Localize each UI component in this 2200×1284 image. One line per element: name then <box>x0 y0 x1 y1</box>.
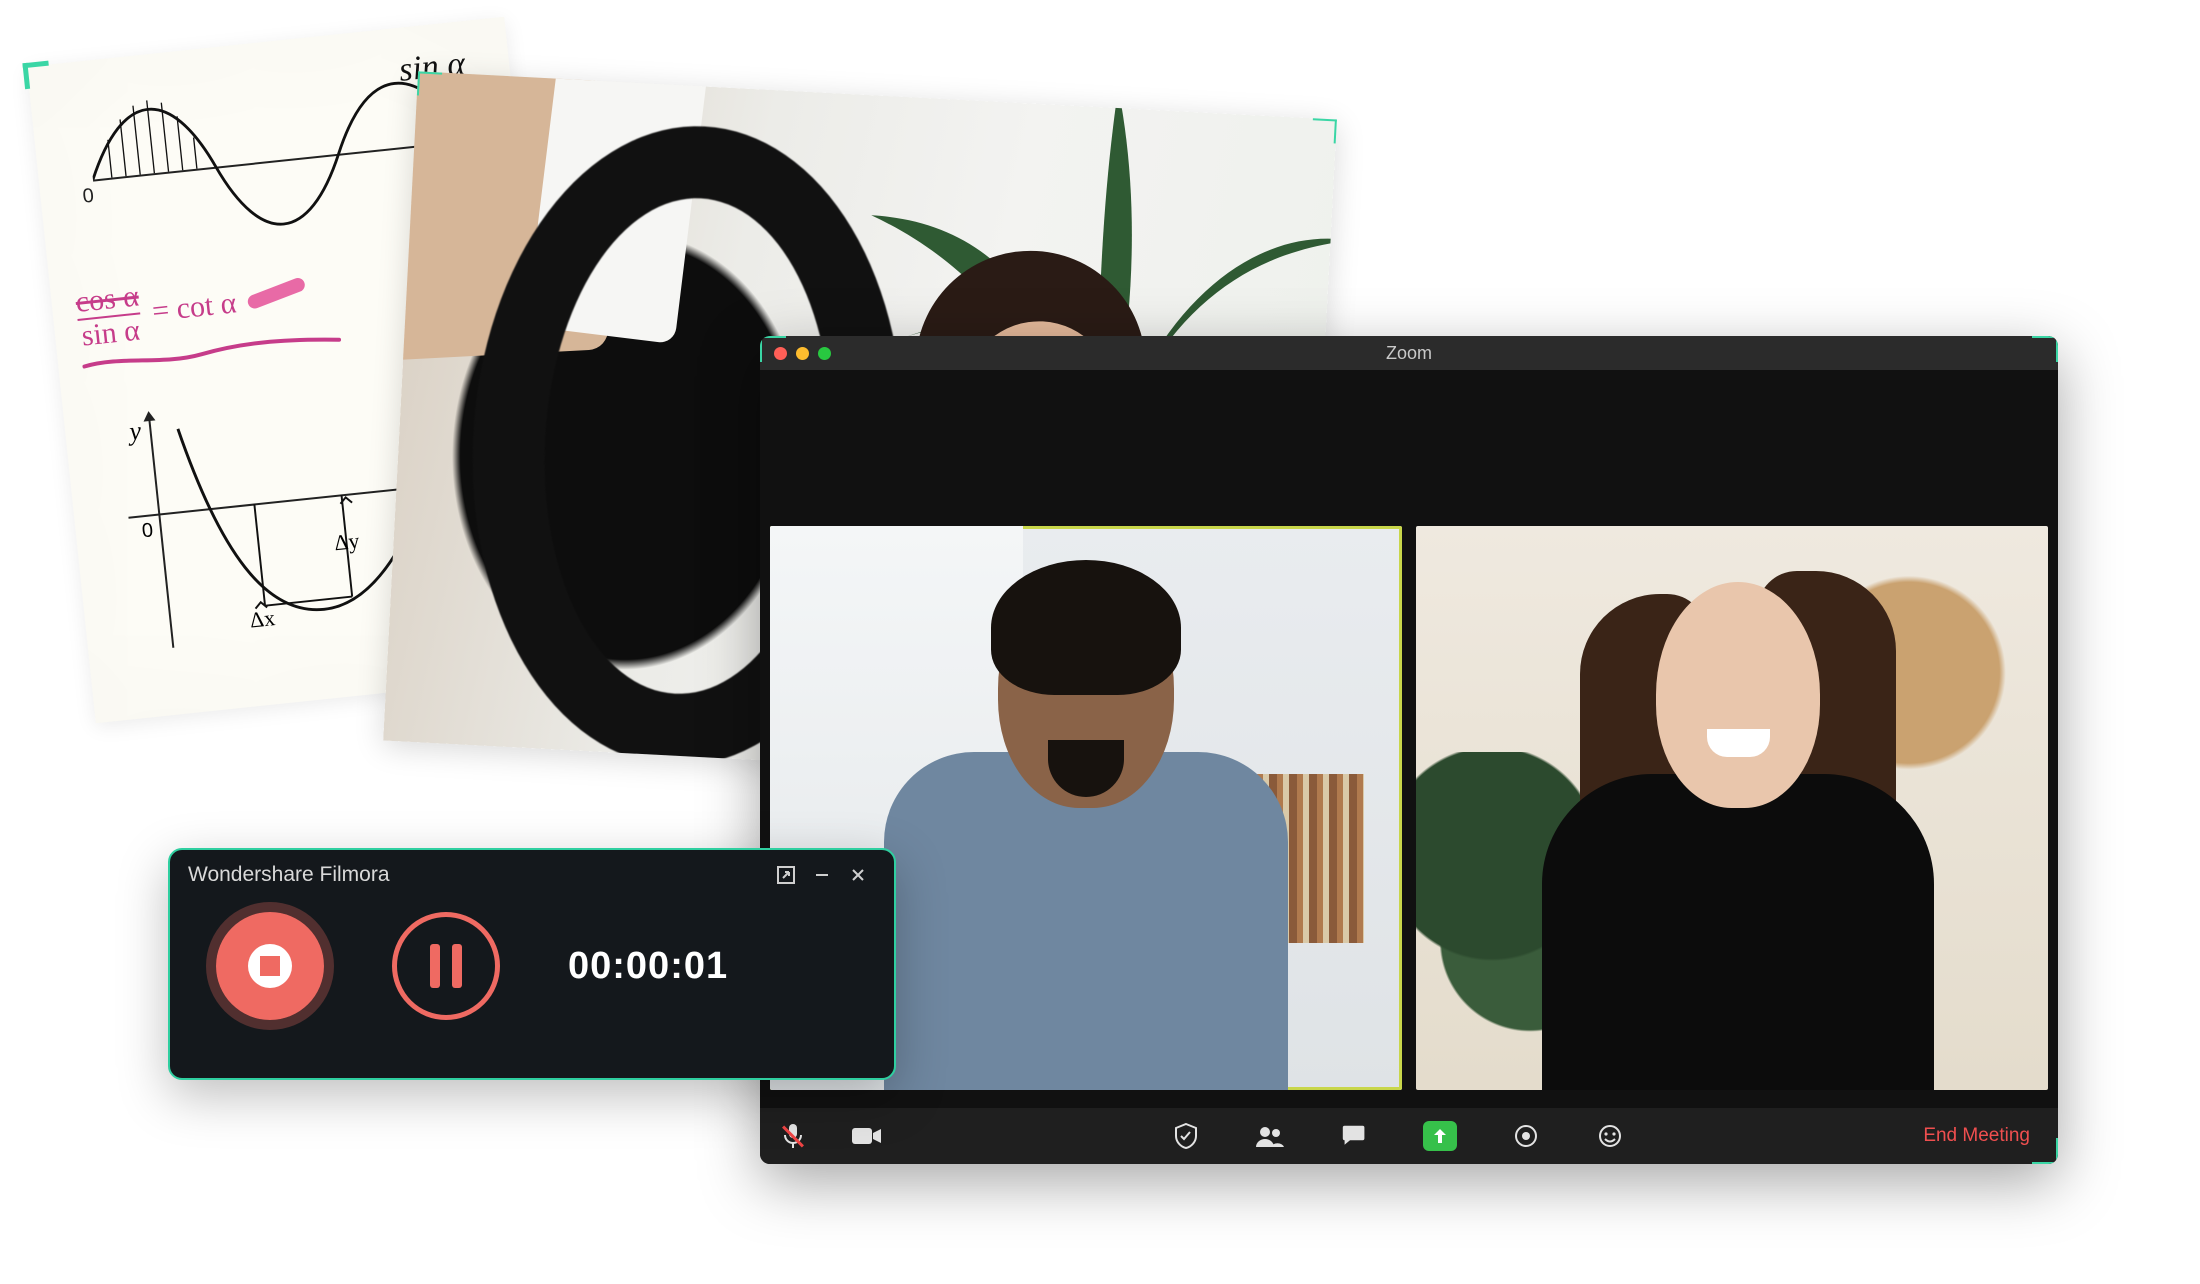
expand-icon <box>777 866 795 884</box>
recorder-body: 00:00:01 <box>170 900 894 1020</box>
selection-corner-icon <box>22 61 51 90</box>
zoom-toolbar: End Meeting <box>760 1108 2058 1164</box>
shield-icon <box>1175 1123 1197 1149</box>
security-button[interactable] <box>1171 1121 1201 1151</box>
filmora-recorder-panel: Wondershare Filmora 00:00:01 <box>168 848 896 1080</box>
stop-square-icon <box>260 956 280 976</box>
zoom-window: Zoom <box>760 336 2058 1164</box>
selection-corner-icon <box>2032 336 2058 362</box>
head-shape-icon <box>1656 582 1820 808</box>
torso-shape-icon <box>1542 774 1934 1090</box>
zoom-titlebar[interactable]: Zoom <box>760 336 2058 370</box>
chat-icon <box>1341 1124 1367 1148</box>
zoom-window-title: Zoom <box>760 343 2058 364</box>
recorder-title: Wondershare Filmora <box>188 863 390 887</box>
stop-inner-icon <box>248 944 292 988</box>
hair-shape-icon <box>991 560 1181 695</box>
close-icon <box>850 867 866 883</box>
smile-shape-icon <box>1707 729 1770 757</box>
zoom-body <box>760 370 2058 1108</box>
participant-grid <box>760 526 2058 1090</box>
participants-button[interactable] <box>1255 1121 1285 1151</box>
stop-record-button[interactable] <box>216 912 324 1020</box>
record-icon <box>1514 1124 1538 1148</box>
end-meeting-button[interactable]: End Meeting <box>1913 1119 2040 1153</box>
expand-button[interactable] <box>768 857 804 893</box>
fraction-denominator: sin α <box>77 312 143 352</box>
share-screen-button[interactable] <box>1423 1121 1457 1151</box>
recording-timer: 00:00:01 <box>568 945 728 988</box>
participants-icon <box>1255 1125 1285 1147</box>
selection-corner-icon <box>2032 1138 2058 1164</box>
delta-x-label: Δx <box>249 605 277 633</box>
participant-tile[interactable] <box>1416 526 2048 1090</box>
share-screen-icon <box>1430 1126 1450 1146</box>
minimize-button[interactable] <box>804 857 840 893</box>
minimize-icon <box>814 867 830 883</box>
video-button[interactable] <box>852 1121 882 1151</box>
reactions-icon <box>1598 1124 1622 1148</box>
selection-corner-icon <box>1312 114 1337 143</box>
pause-record-button[interactable] <box>392 912 500 1020</box>
selection-corner-icon <box>760 336 786 362</box>
formula-equals: = cot α <box>151 286 238 329</box>
chat-button[interactable] <box>1339 1121 1369 1151</box>
marker-icon <box>245 276 306 311</box>
delta-y-label: Δy <box>333 528 361 556</box>
reactions-button[interactable] <box>1595 1121 1625 1151</box>
close-button[interactable] <box>840 857 876 893</box>
mute-button[interactable] <box>778 1121 808 1151</box>
video-icon <box>852 1126 882 1146</box>
recorder-titlebar[interactable]: Wondershare Filmora <box>170 850 894 900</box>
fraction: cos α sin α <box>74 281 144 352</box>
pause-icon <box>430 944 462 988</box>
selection-corner-icon <box>413 71 442 96</box>
record-button[interactable] <box>1511 1121 1541 1151</box>
